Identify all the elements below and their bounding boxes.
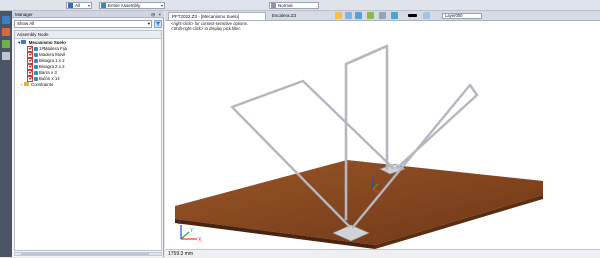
tree-column-header: Assembly Node [15,31,161,39]
filter-icon [155,21,161,27]
assembly-manager-icon[interactable] [2,16,10,24]
part-icon [34,58,38,63]
part-icon [34,64,38,69]
tree-item-label: Madera Movil [39,52,66,58]
chevron-down-icon: ▾ [87,3,90,8]
tab-escalera[interactable]: Escalera.Z3 [269,12,307,20]
chevron-down-icon: ▾ [160,3,163,8]
tree-horizontal-scrollbar[interactable] [14,252,162,256]
document-tabs: PFT2022.Z3 - [Mecanismo Suelo] Escalera.… [165,11,600,21]
axis-label-y: Y [190,228,194,234]
checkbox-icon[interactable] [27,75,33,82]
part-icon [34,76,38,81]
tree-item-label: 1#Madera Fija [39,46,68,52]
views-icon[interactable] [2,40,10,48]
pin-icon[interactable]: ⊟ [151,11,155,18]
search-combo[interactable]: Normal [269,2,319,9]
tree-constraints-label: Constraints [30,82,54,87]
search-combo-value: Normal [278,3,293,8]
view-tool-icon[interactable] [345,12,352,19]
assembly-tree: Assembly Node ▾ Mecanismo Suelo 1#Madera… [14,30,162,251]
tree-item-label: Bisagra 1 x 2 [39,58,65,64]
tree-item-label: Barra x 3 [39,70,57,76]
manager-title: Manager [15,12,33,17]
tree-constraints[interactable]: › Constraints [21,82,53,88]
folder-icon [23,82,29,87]
view-tool-icon[interactable] [335,12,342,19]
assembly-combo-value: Entire Assembly [108,3,141,8]
show-select[interactable]: Show All ▾ [14,20,152,28]
tab-pft2022[interactable]: PFT2022.Z3 - [Mecanismo Suelo] [168,12,266,20]
tab-label: PFT2022.Z3 - [Mecanismo Suelo] [172,14,240,19]
close-icon[interactable]: × [158,11,161,18]
filter-combo[interactable]: All ▾ [66,2,92,9]
layer-select-value: Layer000 [445,13,463,18]
part-icon [34,70,38,75]
manager-panel: Manager ⊟ × Show All ▾ Assembly Node ▾ M… [12,11,164,257]
model-canvas[interactable]: X Y Z [165,21,600,249]
filter-button[interactable] [154,20,162,28]
properties-icon[interactable] [2,52,10,60]
expand-icon[interactable]: › [21,82,22,87]
tree-item-label: Bisagra 2 x 2 [39,64,65,70]
view-tool-icon[interactable] [379,12,386,19]
view-tool-icon[interactable] [367,12,374,19]
filter-combo-value: All [75,3,81,8]
tree-item-label: Bulón x 14 [39,76,60,82]
parts-icon[interactable] [2,28,10,36]
show-select-value: Show All [17,21,35,26]
part-icon [34,46,38,51]
part-icon [34,52,38,57]
view-tool-icon[interactable] [391,12,398,19]
graphics-viewport[interactable]: PFT2022.Z3 - [Mecanismo Suelo] Escalera.… [165,11,600,258]
manager-title-bar: Manager ⊟ × [12,11,164,18]
search-combo-icon [271,3,276,8]
scrollbar-thumb[interactable] [21,253,149,255]
assembly-combo-icon [101,3,106,8]
layer-select[interactable]: Layer000 [442,13,482,19]
view-tool-icon[interactable] [355,12,362,19]
axis-label-z: Z [178,220,181,226]
left-icon-strip [0,11,12,257]
filter-combo-icon [68,3,73,8]
tab-label: Escalera.Z3 [272,13,297,18]
top-toolbar: All ▾ Entire Assembly ▾ Normal [0,0,600,11]
axis-label-x: X [198,237,202,243]
assembly-icon [21,40,27,45]
tree-root-label: Mecanismo Suelo [28,40,66,45]
color-swatch-icon[interactable] [408,14,417,17]
collapse-icon[interactable]: ▾ [18,40,20,45]
view-tool-icon[interactable] [423,12,430,19]
assembly-combo[interactable]: Entire Assembly ▾ [99,2,165,9]
chevron-down-icon: ▾ [147,21,150,26]
